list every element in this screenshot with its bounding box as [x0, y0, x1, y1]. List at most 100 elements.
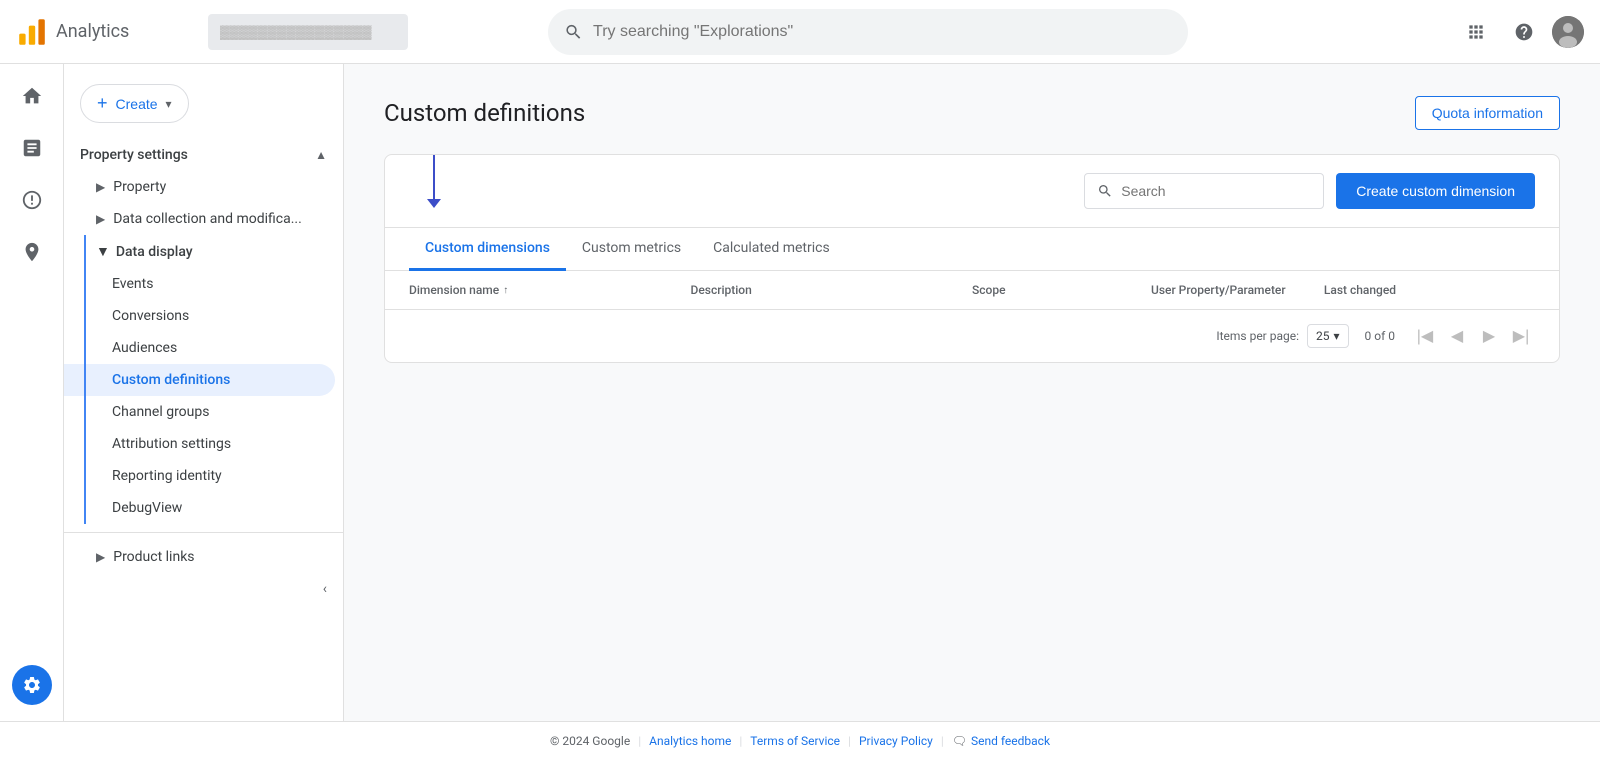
search-field-icon: [1097, 182, 1113, 200]
arrow-head: [427, 199, 441, 208]
channel-groups-label: Channel groups: [112, 404, 209, 420]
debugview-label: DebugView: [112, 500, 182, 516]
nav-bottom: [12, 665, 52, 721]
tabs-bar: Custom dimensions Custom metrics Calcula…: [385, 228, 1559, 271]
sidebar: + Create ▾ Property settings ▲ ▶ Propert…: [64, 64, 344, 721]
analytics-logo-icon: [16, 16, 48, 48]
create-button[interactable]: + Create ▾: [80, 84, 189, 123]
tab-custom-dimensions[interactable]: Custom dimensions: [409, 228, 566, 271]
prev-page-button[interactable]: ◀: [1443, 322, 1471, 350]
create-plus-icon: +: [97, 93, 108, 114]
data-display-header[interactable]: ▼ Data display: [64, 235, 343, 268]
items-per-page: Items per page: 25 ▾: [1216, 324, 1348, 348]
property-label: Property: [113, 179, 166, 195]
topbar: Analytics ▓▓▓▓▓▓▓▓▓▓▓▓▓▓▓▓: [0, 0, 1600, 64]
first-page-button[interactable]: |◀: [1411, 322, 1439, 350]
sidebar-sub-item-attribution[interactable]: Attribution settings: [64, 428, 335, 460]
sidebar-sub-item-channel-groups[interactable]: Channel groups: [64, 396, 335, 428]
nav-advertising[interactable]: [8, 228, 56, 276]
help-button[interactable]: [1504, 12, 1544, 52]
tab-custom-metrics[interactable]: Custom metrics: [566, 228, 697, 271]
sidebar-sub-item-audiences[interactable]: Audiences: [64, 332, 335, 364]
privacy-link[interactable]: Privacy Policy: [859, 734, 933, 748]
property-selector[interactable]: ▓▓▓▓▓▓▓▓▓▓▓▓▓▓▓▓: [208, 14, 408, 50]
content-card: Create custom dimension Custom dimension…: [384, 154, 1560, 363]
sort-arrow-icon: ↑: [503, 285, 508, 296]
nav-explore[interactable]: [8, 176, 56, 224]
sidebar-divider: [64, 532, 343, 533]
per-page-dropdown-icon: ▾: [1334, 329, 1340, 343]
sidebar-sub-item-events[interactable]: Events: [64, 268, 335, 300]
page-title: Custom definitions: [384, 99, 585, 127]
product-links-label: Product links: [113, 549, 194, 565]
analytics-home-link[interactable]: Analytics home: [649, 734, 731, 748]
items-per-page-label: Items per page:: [1216, 329, 1299, 343]
property-settings-chevron-icon: ▲: [315, 148, 327, 162]
data-display-collapse-icon: ▼: [96, 243, 110, 260]
logo: Analytics: [16, 16, 196, 48]
data-display-section: ▼ Data display Events Conversions Audien…: [64, 235, 343, 524]
search-input[interactable]: [1121, 183, 1311, 199]
search-icon: [564, 22, 583, 42]
product-links-expand-icon: ▶: [96, 550, 105, 564]
pagination-info: 0 of 0: [1365, 329, 1395, 343]
topbar-right: [1456, 12, 1584, 52]
content-header: Custom definitions Quota information: [384, 96, 1560, 130]
grid-icon: [1466, 22, 1486, 42]
data-collection-expand-icon: ▶: [96, 212, 105, 226]
sidebar-sub-item-custom-definitions[interactable]: Custom definitions: [64, 364, 335, 396]
data-display-blue-line: [84, 235, 86, 524]
search-field[interactable]: [1084, 173, 1324, 209]
table-header: Dimension name ↑ Description Scope User …: [385, 271, 1559, 310]
col-dimension-name[interactable]: Dimension name ↑: [409, 283, 691, 297]
sidebar-sub-item-reporting-identity[interactable]: Reporting identity: [64, 460, 335, 492]
tab-calculated-metrics[interactable]: Calculated metrics: [697, 228, 846, 271]
feedback-link[interactable]: Send feedback: [971, 734, 1050, 748]
sidebar-sub-item-debugview[interactable]: DebugView: [64, 492, 335, 524]
nav-home[interactable]: [8, 72, 56, 120]
custom-definitions-label: Custom definitions: [112, 372, 230, 388]
property-settings-label: Property settings: [80, 147, 188, 163]
data-collection-label: Data collection and modifica...: [113, 211, 302, 227]
create-custom-dimension-button[interactable]: Create custom dimension: [1336, 173, 1535, 209]
settings-icon: [22, 675, 42, 695]
create-chevron-icon: ▾: [166, 97, 172, 111]
col-scope: Scope: [972, 283, 1113, 297]
copyright: © 2024 Google: [550, 734, 630, 748]
settings-button[interactable]: [12, 665, 52, 705]
explore-icon: [21, 189, 43, 211]
nav-reports[interactable]: [8, 124, 56, 172]
conversions-label: Conversions: [112, 308, 189, 324]
terms-link[interactable]: Terms of Service: [750, 734, 840, 748]
table-footer: Items per page: 25 ▾ 0 of 0 |◀ ◀ ▶ ▶|: [385, 310, 1559, 362]
apps-grid-button[interactable]: [1456, 12, 1496, 52]
advertising-icon: [21, 241, 43, 263]
next-page-button[interactable]: ▶: [1475, 322, 1503, 350]
global-search-bar[interactable]: [548, 9, 1188, 55]
logo-text: Analytics: [56, 21, 129, 42]
user-avatar-icon: [1552, 16, 1584, 48]
create-label: Create: [116, 96, 158, 112]
property-settings-section[interactable]: Property settings ▲: [64, 139, 343, 171]
icon-nav: [0, 64, 64, 721]
feedback-icon: 🗨: [952, 734, 967, 748]
reporting-identity-label: Reporting identity: [112, 468, 222, 484]
quota-information-button[interactable]: Quota information: [1415, 96, 1560, 130]
sidebar-sub-item-conversions[interactable]: Conversions: [64, 300, 335, 332]
per-page-select[interactable]: 25 ▾: [1307, 324, 1349, 348]
audiences-label: Audiences: [112, 340, 177, 356]
last-page-button[interactable]: ▶|: [1507, 322, 1535, 350]
bar-chart-icon: [21, 137, 43, 159]
sidebar-collapse-button[interactable]: ‹: [64, 573, 343, 605]
home-icon: [21, 85, 43, 107]
vertical-arrow-line: [433, 154, 435, 201]
footer: © 2024 Google | Analytics home | Terms o…: [0, 721, 1600, 760]
sidebar-item-property[interactable]: ▶ Property: [64, 171, 335, 203]
sidebar-item-data-collection[interactable]: ▶ Data collection and modifica...: [64, 203, 335, 235]
avatar[interactable]: [1552, 16, 1584, 48]
global-search-input[interactable]: [593, 23, 1172, 41]
data-display-label: Data display: [116, 244, 193, 260]
main-content: Custom definitions Quota information Cre…: [344, 64, 1600, 721]
sidebar-item-product-links[interactable]: ▶ Product links: [64, 541, 335, 573]
col-last-changed: Last changed: [1324, 283, 1535, 297]
